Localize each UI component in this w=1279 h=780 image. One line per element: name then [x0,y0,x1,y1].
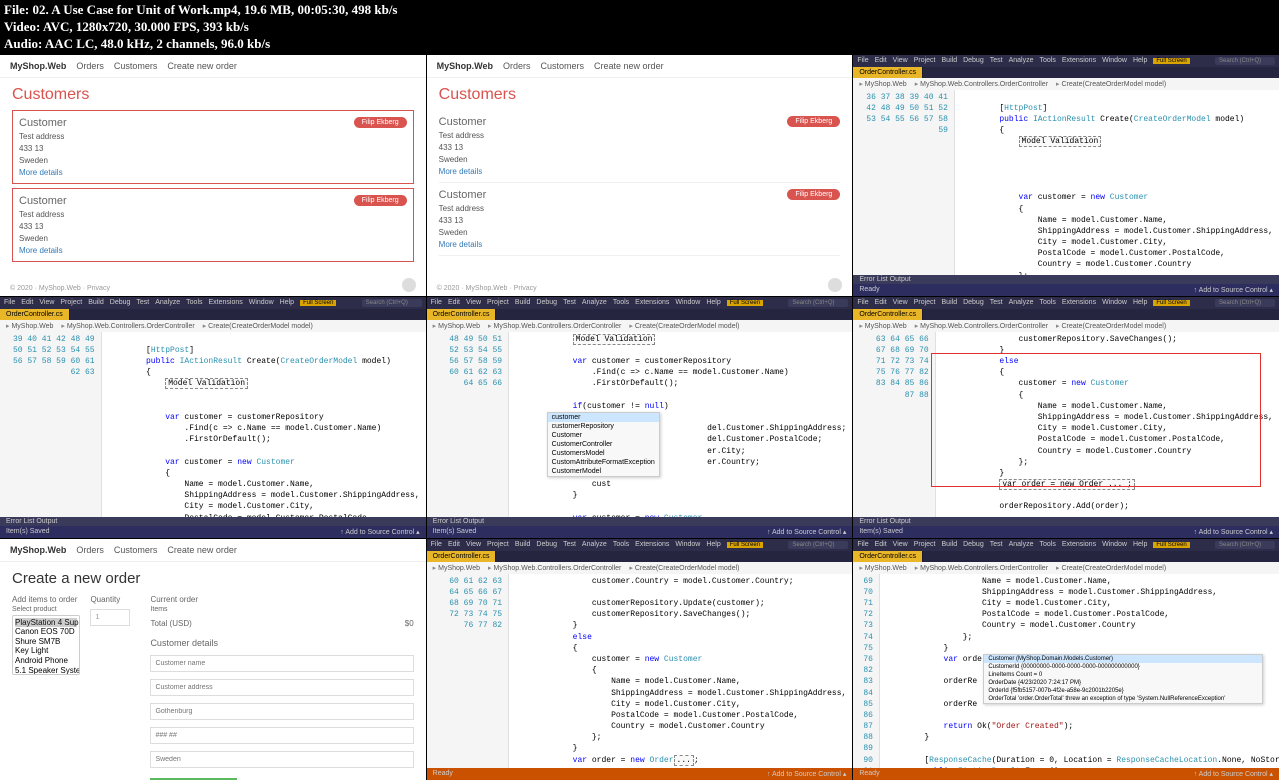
web-nav: MyShop.Web Orders Customers Create new o… [0,55,426,78]
name-input[interactable] [150,655,413,672]
search-input[interactable]: Search (Ctrl+Q) [1215,57,1275,65]
customer-card: CustomerFilip Ekberg Test address 433 13… [439,110,841,183]
brand[interactable]: MyShop.Web [10,61,66,71]
audio-line: Audio: AAC LC, 48.0 kHz, 2 channels, 96.… [4,36,1275,53]
addr-input[interactable] [150,679,413,696]
customer-card: CustomerFilip Ekberg Test address 433 13… [12,110,414,184]
create-order-button[interactable]: CREATE ORDER [150,778,237,780]
frame-customers-highlighted: MyShop.Web Orders Customers Create new o… [0,55,426,296]
product-select[interactable]: PlayStation 4 Super Slim Canon EOS 70D S… [12,615,80,675]
help-icon[interactable] [402,278,416,292]
customer-badge: Filip Ekberg [354,195,407,206]
status-bar-debug: Ready↑ Add to Source Control ▴ [427,768,853,780]
customer-card: CustomerFilip Ekberg Test address 433 13… [439,183,841,256]
form-title: Create a new order [12,570,414,587]
frame-vs-code2: FileEditViewProjectBuildDebugTestAnalyze… [0,297,426,538]
page-title: Customers [12,86,414,104]
more-details-link[interactable]: More details [19,246,407,255]
qty-input[interactable] [90,609,130,626]
code-editor[interactable]: 36 37 38 39 40 41 42 48 49 50 51 52 53 5… [853,90,1279,275]
vs-menubar[interactable]: FileEditViewProjectBuildDebugTestAnalyze… [853,55,1279,67]
footer: © 2020 · MyShop.Web · Privacy [10,285,110,292]
file-line: File: 02. A Use Case for Unit of Work.mp… [4,2,1275,19]
frame-vs-code6: FileEditViewProjectBuildDebugTestAnalyze… [853,539,1279,780]
debug-tooltip[interactable]: Customer (MyShop.Domain.Models.Customer)… [983,654,1263,704]
frame-vs-code1: FileEditViewProjectBuildDebugTestAnalyze… [853,55,1279,296]
editor-tab: OrderController.cs [853,67,923,78]
city-input[interactable] [150,703,413,720]
intellisense-popup[interactable]: customer customerRepository Customer Cus… [547,412,660,477]
zip-input[interactable] [150,727,413,744]
line-gutter: 36 37 38 39 40 41 42 48 49 50 51 52 53 5… [853,90,955,275]
frame-vs-code3: FileEditViewProjectBuildDebugTestAnalyze… [427,297,853,538]
nav-customers[interactable]: Customers [114,61,158,71]
nav-orders[interactable]: Orders [76,61,104,71]
frame-vs-code5: FileEditViewProjectBuildDebugTestAnalyze… [427,539,853,780]
nav-create[interactable]: Create new order [167,61,237,71]
frame-vs-code4: FileEditViewProjectBuildDebugTestAnalyze… [853,297,1279,538]
frame-customers-normal: MyShop.Web Orders Customers Create new o… [427,55,853,296]
code-body[interactable]: [HttpPost] public IActionResult Create(C… [955,90,1279,275]
customer-card: CustomerFilip Ekberg Test address 433 13… [12,188,414,262]
country-input[interactable] [150,751,413,768]
video-line: Video: AVC, 1280x720, 30.000 FPS, 393 kb… [4,19,1275,36]
more-details-link[interactable]: More details [19,168,407,177]
help-icon[interactable] [828,278,842,292]
customer-badge: Filip Ekberg [354,117,407,128]
fullscreen-badge[interactable]: Full Screen [1153,58,1189,64]
frame-create-order: MyShop.Web Orders Customers Create new o… [0,539,426,780]
